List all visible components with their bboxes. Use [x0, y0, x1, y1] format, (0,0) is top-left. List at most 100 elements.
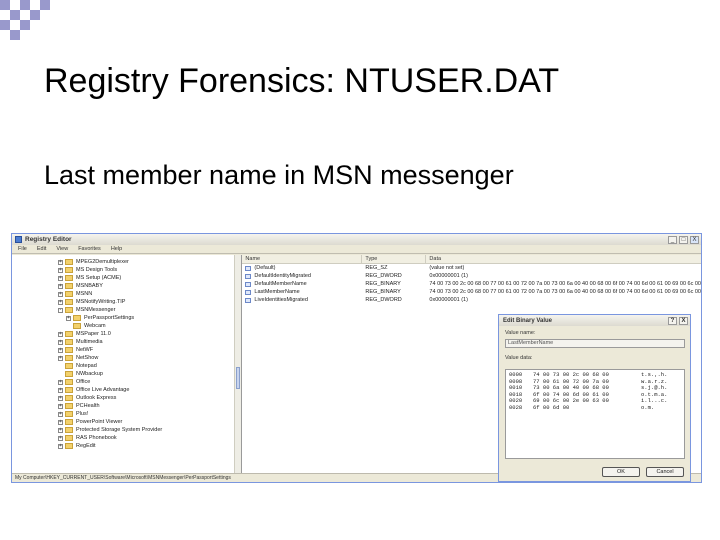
help-icon[interactable]: ? [668, 316, 677, 325]
dialog-close-icon[interactable]: X [679, 316, 688, 325]
tree-item-label: PerPassportSettings [84, 315, 135, 321]
menu-edit[interactable]: Edit [37, 246, 46, 252]
tree-item[interactable]: + RAS Phonebook [12, 434, 241, 442]
dialog-title-buttons: ? X [668, 316, 690, 325]
minimize-icon[interactable]: _ [668, 235, 677, 244]
expand-icon[interactable]: + [58, 435, 63, 441]
tree-item-label: Outlook Express [76, 395, 117, 401]
tree-item[interactable]: + MS Design Tools [12, 266, 241, 274]
expand-icon[interactable]: + [58, 331, 63, 337]
folder-icon [65, 331, 73, 337]
tree-item[interactable]: + NetShow [12, 354, 241, 362]
folder-icon [65, 339, 73, 345]
expand-icon[interactable]: + [58, 259, 63, 265]
expand-icon[interactable]: + [58, 379, 63, 385]
registry-key-tree: + MPEG2Demultiplexer + MS Design Tools + MS S… [12, 255, 243, 473]
binary-value-icon [245, 273, 252, 279]
tree-item[interactable]: Notepad [12, 362, 241, 370]
value-data-hex-editor[interactable]: 0000 74 00 73 00 2c 00 68 00 t.s.,.h. 0008 7… [505, 369, 685, 459]
expand-icon[interactable]: + [58, 443, 63, 449]
tree-item[interactable]: + MPEG2Demultiplexer [12, 258, 241, 266]
value-list-header: Name Type Data [242, 255, 701, 264]
tree-item-label: MSNotifyWriting.TIP [76, 299, 126, 305]
expand-icon[interactable]: + [58, 411, 63, 417]
menu-favorites[interactable]: Favorites [78, 246, 101, 252]
expand-icon[interactable]: + [58, 427, 63, 433]
menu-help[interactable]: Help [111, 246, 122, 252]
dialog-titlebar[interactable]: Edit Binary Value ? X [499, 315, 690, 326]
tree-item-label: PowerPoint Viewer [76, 419, 123, 425]
hex-ascii: o.m. [641, 403, 655, 411]
tree-item[interactable]: - MSNMessenger [12, 306, 241, 314]
maximize-icon[interactable]: □ [679, 235, 688, 244]
expand-icon[interactable]: + [58, 275, 63, 281]
cancel-button[interactable]: Cancel [646, 467, 684, 477]
tree-item[interactable]: + RegEdit [12, 442, 241, 450]
tree-item[interactable]: + MSNN [12, 290, 241, 298]
expand-icon[interactable]: + [58, 387, 63, 393]
value-row[interactable]: LastMemberName REG_BINARY 74 00 73 00 2c 0… [242, 288, 701, 296]
tree-item[interactable]: + Protected Storage System Provider [12, 426, 241, 434]
tree-item[interactable]: + Plus! [12, 410, 241, 418]
column-type[interactable]: Type [362, 255, 427, 263]
folder-icon [65, 443, 73, 449]
expand-icon[interactable]: + [66, 315, 71, 321]
expand-icon[interactable]: + [58, 347, 63, 353]
column-name[interactable]: Name [242, 255, 363, 263]
close-icon[interactable]: X [690, 235, 699, 244]
folder-icon [65, 275, 73, 281]
tree-item[interactable]: + MSNotifyWriting.TIP [12, 298, 241, 306]
tree-item[interactable]: NWbackup [12, 370, 241, 378]
expand-icon[interactable]: + [58, 339, 63, 345]
value-row[interactable]: LiveIdentitiesMigrated REG_DWORD 0x0000000… [242, 296, 701, 304]
menu-view[interactable]: View [56, 246, 68, 252]
value-name-field[interactable]: LastMemberName [505, 339, 685, 348]
expand-icon[interactable]: + [58, 355, 63, 361]
folder-icon [73, 315, 81, 321]
folder-icon [65, 299, 73, 305]
tree-item[interactable]: Webcam [12, 322, 241, 330]
tree-item-label: MPEG2Demultiplexer [76, 259, 129, 265]
value-row[interactable]: DefaultMemberName REG_BINARY 74 00 73 00 2… [242, 280, 701, 288]
tree-item[interactable]: + Office [12, 378, 241, 386]
tree-item[interactable]: + Multimedia [12, 338, 241, 346]
expand-icon[interactable] [58, 364, 63, 369]
ok-button[interactable]: OK [602, 467, 640, 477]
expand-icon[interactable] [58, 372, 63, 377]
expand-icon[interactable] [66, 324, 71, 329]
expand-icon[interactable]: + [58, 403, 63, 409]
tree-item-label: MS Setup (ACME) [76, 275, 122, 281]
tree-item-label: Protected Storage System Provider [76, 427, 163, 433]
slide-subtitle: Last member name in MSN messenger [44, 160, 514, 190]
edit-binary-value-dialog: Edit Binary Value ? X Value name: LastMe… [498, 314, 691, 482]
value-row[interactable]: DefaultIdentityMigrated REG_DWORD 0x000000… [242, 272, 701, 280]
tree-item[interactable]: + MSPaper 11.0 [12, 330, 241, 338]
expand-icon[interactable]: + [58, 291, 63, 297]
tree-item[interactable]: + PCHealth [12, 402, 241, 410]
tree-item[interactable]: + PowerPoint Viewer [12, 418, 241, 426]
regedit-titlebar[interactable]: Registry Editor _ □ X [12, 234, 701, 245]
tree-item[interactable]: + PerPassportSettings [12, 314, 241, 322]
expand-icon[interactable]: + [58, 299, 63, 305]
binary-value-icon [245, 297, 252, 303]
value-data: 0x00000001 (1) [429, 297, 468, 303]
folder-icon [65, 387, 73, 393]
value-row[interactable]: (Default) REG_SZ (value not set) [242, 264, 701, 272]
column-data[interactable]: Data [426, 255, 701, 263]
slide-decoration [0, 0, 60, 40]
menu-file[interactable]: File [18, 246, 27, 252]
collapse-icon[interactable]: - [58, 307, 63, 313]
tree-scrollbar[interactable] [234, 255, 242, 473]
expand-icon[interactable]: + [58, 267, 63, 273]
tree-item[interactable]: + MSNBABY [12, 282, 241, 290]
value-name: DefaultMemberName [254, 281, 307, 287]
tree-item-label: RAS Phonebook [76, 435, 117, 441]
expand-icon[interactable]: + [58, 419, 63, 425]
tree-item[interactable]: + NetWF [12, 346, 241, 354]
expand-icon[interactable]: + [58, 283, 63, 289]
expand-icon[interactable]: + [58, 395, 63, 401]
tree-item[interactable]: + MS Setup (ACME) [12, 274, 241, 282]
tree-item[interactable]: + Outlook Express [12, 394, 241, 402]
tree-scrollbar-thumb[interactable] [236, 367, 241, 389]
tree-item[interactable]: + Office Live Advantage [12, 386, 241, 394]
